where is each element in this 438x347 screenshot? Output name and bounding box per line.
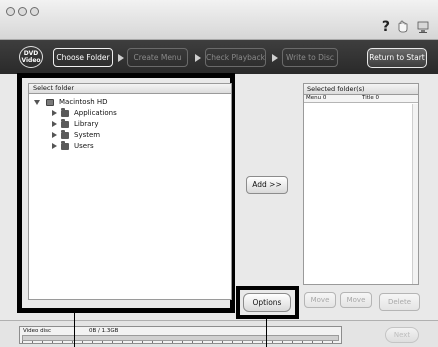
- step-arrow-icon: [195, 54, 201, 62]
- tree-item-label: Library: [74, 120, 99, 128]
- column-title: Title 0: [362, 95, 380, 101]
- disc-type-label: Video disc: [23, 328, 52, 334]
- selected-folders-columns: Menu 0 Title 0: [304, 95, 418, 103]
- callout-line-folder-panel: [74, 313, 75, 347]
- disclosure-closed-icon[interactable]: [52, 132, 57, 138]
- disclosure-open-icon[interactable]: [34, 99, 40, 105]
- folder-icon: [61, 118, 69, 128]
- tree-item-label: System: [74, 131, 101, 139]
- folder-icon: [61, 107, 69, 117]
- logo-line-2: Video: [21, 57, 41, 64]
- delete-button[interactable]: Delete: [379, 293, 420, 311]
- column-menu: Menu 0: [306, 95, 327, 101]
- hand-icon[interactable]: [396, 20, 410, 34]
- disc-size-label: 0B / 1.3GB: [89, 328, 119, 334]
- tree-item-system[interactable]: System: [52, 129, 101, 140]
- move-up-button[interactable]: Move: [340, 292, 372, 308]
- step-arrow-icon: [118, 54, 124, 62]
- callout-line-options: [266, 319, 267, 347]
- tree-item-label: Macintosh HD: [59, 98, 108, 106]
- step-arrow-icon: [272, 54, 278, 62]
- tree-item-label: Applications: [74, 109, 117, 117]
- disclosure-closed-icon[interactable]: [52, 121, 57, 127]
- tree-item-users[interactable]: Users: [52, 140, 94, 151]
- step-create-menu[interactable]: Create Menu: [127, 48, 188, 67]
- add-button[interactable]: Add >>: [246, 176, 288, 194]
- close-window-button[interactable]: [6, 7, 15, 16]
- options-button[interactable]: Options: [243, 293, 291, 312]
- step-choose-folder[interactable]: Choose Folder: [53, 48, 113, 67]
- return-to-start-button[interactable]: Return to Start: [367, 48, 427, 68]
- move-down-button[interactable]: Move: [304, 292, 336, 308]
- dvd-video-logo: DVD Video: [19, 46, 43, 68]
- help-icon[interactable]: ?: [382, 20, 390, 34]
- selected-folders-title: Selected folder(s): [304, 84, 418, 95]
- select-folder-header: Select folder: [29, 84, 231, 94]
- step-write-to-disc[interactable]: Write to Disc: [282, 48, 338, 67]
- minimize-window-button[interactable]: [18, 7, 27, 16]
- title-bar: ?: [0, 0, 438, 40]
- dvd-creator-window: ? DVD Video Choose Folder Create Menu Ch…: [0, 0, 438, 347]
- next-button[interactable]: Next: [385, 327, 419, 343]
- logo-line-1: DVD: [23, 50, 39, 57]
- capacity-ticks: [22, 341, 339, 343]
- disclosure-closed-icon[interactable]: [52, 143, 57, 149]
- hard-drive-icon: [46, 98, 54, 106]
- top-icons: ?: [382, 19, 430, 35]
- disclosure-closed-icon[interactable]: [52, 110, 57, 116]
- step-check-playback[interactable]: Check Playback: [205, 48, 266, 67]
- folder-icon: [61, 140, 69, 150]
- selected-folders-scrollbar[interactable]: [412, 104, 418, 284]
- zoom-window-button[interactable]: [30, 7, 39, 16]
- folder-icon: [61, 129, 69, 139]
- computer-icon[interactable]: [416, 20, 430, 34]
- selected-folders-panel[interactable]: Selected folder(s) Menu 0 Title 0: [303, 83, 419, 285]
- tree-item-label: Users: [74, 142, 94, 150]
- tree-item-applications[interactable]: Applications: [52, 107, 117, 118]
- disc-capacity-meter: Video disc 0B / 1.3GB: [19, 326, 342, 344]
- select-folder-panel[interactable]: Select folder Macintosh HD Applications …: [28, 83, 232, 300]
- tree-item-macintosh-hd[interactable]: Macintosh HD: [34, 97, 108, 107]
- tree-item-library[interactable]: Library: [52, 118, 99, 129]
